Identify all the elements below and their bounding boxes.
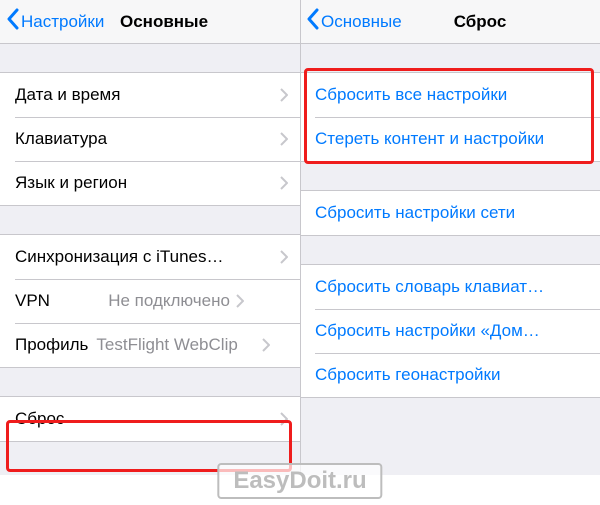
content-right: Сбросить все настройки Стереть контент и… [300, 44, 600, 475]
chevron-right-icon [262, 338, 270, 352]
row-label: Дата и время [15, 85, 280, 105]
row-value: TestFlight WebClip [96, 335, 256, 355]
row-reset-network[interactable]: Сбросить настройки сети [300, 191, 600, 235]
row-label: Сбросить настройки сети [315, 203, 600, 223]
row-label: Клавиатура [15, 129, 280, 149]
row-date-time[interactable]: Дата и время [0, 73, 300, 117]
row-label: Синхронизация с iTunes… [15, 247, 280, 267]
row-reset-home[interactable]: Сбросить настройки «Дом… [300, 309, 600, 353]
row-label: Сбросить настройки «Дом… [315, 321, 600, 341]
row-label: Профиль [15, 335, 88, 355]
group-datetime: Дата и время Клавиатура Язык и регион [0, 72, 300, 206]
reset-screen: Основные Сброс Сбросить все настройки Ст… [300, 0, 600, 475]
back-button-general[interactable]: Основные [306, 8, 402, 35]
row-label: Стереть контент и настройки [315, 129, 600, 149]
navbar-right: Основные Сброс [300, 0, 600, 44]
group-sync: Синхронизация с iTunes… VPN Не подключен… [0, 234, 300, 368]
row-label: Сбросить геонастройки [315, 365, 600, 385]
chevron-right-icon [280, 176, 288, 190]
row-reset-all-settings[interactable]: Сбросить все настройки [300, 73, 600, 117]
row-vpn[interactable]: VPN Не подключено [0, 279, 300, 323]
back-label: Основные [321, 12, 402, 32]
back-button-settings[interactable]: Настройки [6, 8, 104, 35]
content-left: Дата и время Клавиатура Язык и регион Си… [0, 44, 300, 475]
group-reset-main: Сбросить все настройки Стереть контент и… [300, 72, 600, 162]
row-language-region[interactable]: Язык и регион [0, 161, 300, 205]
chevron-right-icon [236, 294, 244, 308]
row-reset[interactable]: Сброс [0, 397, 300, 441]
row-label: Сбросить словарь клавиат… [315, 277, 600, 297]
settings-general-screen: Настройки Основные Дата и время Клавиату… [0, 0, 300, 475]
row-label: Сбросить все настройки [315, 85, 600, 105]
group-reset-network: Сбросить настройки сети [300, 190, 600, 236]
row-reset-keyboard-dict[interactable]: Сбросить словарь клавиат… [300, 265, 600, 309]
watermark: EasyDoit.ru [217, 463, 382, 499]
row-profile[interactable]: Профиль TestFlight WebClip [0, 323, 300, 367]
chevron-right-icon [280, 412, 288, 426]
screen-divider [300, 0, 301, 475]
group-reset-other: Сбросить словарь клавиат… Сбросить настр… [300, 264, 600, 398]
row-keyboard[interactable]: Клавиатура [0, 117, 300, 161]
row-erase-all[interactable]: Стереть контент и настройки [300, 117, 600, 161]
chevron-right-icon [280, 250, 288, 264]
chevron-left-icon [306, 8, 321, 35]
chevron-left-icon [6, 8, 21, 35]
chevron-right-icon [280, 132, 288, 146]
row-value: Не подключено [70, 291, 230, 311]
row-label: VPN [15, 291, 50, 311]
chevron-right-icon [280, 88, 288, 102]
row-label: Сброс [15, 409, 280, 429]
group-reset: Сброс [0, 396, 300, 442]
back-label: Настройки [21, 12, 104, 32]
row-itunes-sync[interactable]: Синхронизация с iTunes… [0, 235, 300, 279]
navbar-left: Настройки Основные [0, 0, 300, 44]
row-reset-location[interactable]: Сбросить геонастройки [300, 353, 600, 397]
row-label: Язык и регион [15, 173, 280, 193]
